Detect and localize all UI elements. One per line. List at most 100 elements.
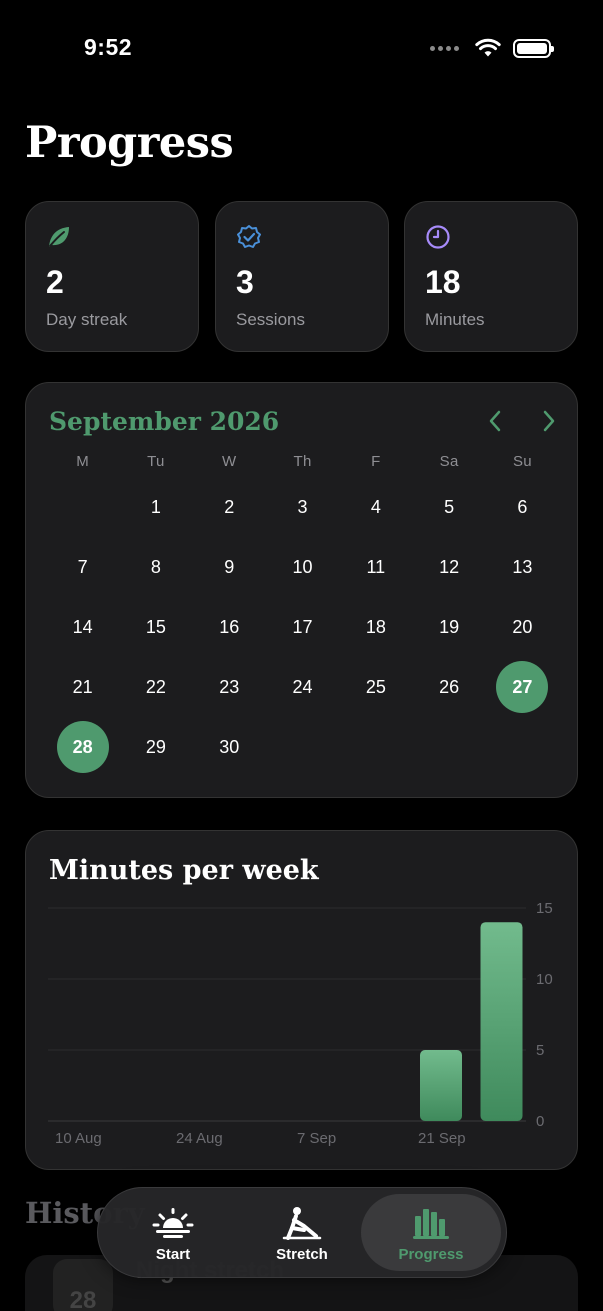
calendar-day[interactable]: 15 xyxy=(119,597,192,657)
wifi-icon xyxy=(475,38,501,57)
calendar-day-number: 26 xyxy=(439,676,460,697)
x-tick-label: 21 Sep xyxy=(418,1130,466,1147)
weekday-label: Tu xyxy=(147,453,165,470)
chevron-right-icon[interactable] xyxy=(534,407,562,435)
calendar-day-number: 6 xyxy=(517,496,528,517)
stretch-figure-icon xyxy=(282,1207,322,1240)
weekday-label: Sa xyxy=(439,453,459,470)
chevron-left-icon[interactable] xyxy=(482,407,510,435)
calendar-day[interactable]: 12 xyxy=(412,537,485,597)
calendar-day[interactable]: 1 xyxy=(119,477,192,537)
weekday-label: Su xyxy=(512,453,532,470)
calendar-day[interactable]: 21 xyxy=(46,657,119,717)
calendar-day[interactable]: 25 xyxy=(339,657,412,717)
chart-bar xyxy=(480,922,523,1121)
weekday-label: W xyxy=(222,453,237,470)
signal-dots-icon xyxy=(430,45,459,51)
calendar-day[interactable]: 4 xyxy=(339,477,412,537)
stat-card-sessions: 3 Sessions xyxy=(215,201,389,352)
x-tick-label: 24 Aug xyxy=(176,1130,223,1147)
calendar-day-number: 19 xyxy=(439,616,460,637)
bar-chart-icon xyxy=(413,1209,449,1239)
battery-icon xyxy=(513,38,554,58)
calendar-day[interactable]: 13 xyxy=(486,537,559,597)
calendar-day[interactable]: 23 xyxy=(193,657,266,717)
stat-value: 2 xyxy=(46,264,64,300)
tab-progress[interactable]: Progress xyxy=(361,1194,501,1271)
calendar-day[interactable]: 30 xyxy=(193,717,266,777)
calendar-day[interactable]: 24 xyxy=(266,657,339,717)
chart-bar xyxy=(420,1050,462,1121)
calendar-day[interactable]: 8 xyxy=(119,537,192,597)
minutes-bar-chart: 0 5 10 15 10 Aug 24 Aug 7 Sep 21 Sep xyxy=(48,900,553,1147)
verified-badge-icon xyxy=(237,225,261,248)
y-tick-label: 5 xyxy=(536,1042,544,1059)
calendar-day[interactable]: 18 xyxy=(339,597,412,657)
page-title: Progress xyxy=(25,118,234,168)
calendar-day[interactable]: 29 xyxy=(119,717,192,777)
status-bar: 9:52 xyxy=(0,0,603,96)
calendar-day-number: 29 xyxy=(145,736,166,757)
calendar-day-number: 17 xyxy=(292,616,313,637)
calendar-day-number: 4 xyxy=(370,496,381,517)
weekday-label: Th xyxy=(293,453,312,470)
stat-value: 18 xyxy=(425,264,461,300)
calendar-day[interactable]: 7 xyxy=(46,537,119,597)
calendar-blank xyxy=(46,477,119,537)
y-tick-label: 15 xyxy=(536,900,553,917)
stat-label: Sessions xyxy=(236,310,305,329)
calendar-day-number: 18 xyxy=(365,616,386,637)
calendar-day-completed[interactable]: 28 xyxy=(46,717,119,777)
x-tick-label: 7 Sep xyxy=(297,1130,336,1147)
calendar-day-number: 28 xyxy=(56,721,109,773)
tab-stretch[interactable]: Stretch xyxy=(237,1194,367,1271)
stat-label: Day streak xyxy=(46,310,128,329)
tab-label: Stretch xyxy=(276,1246,328,1263)
calendar-day[interactable]: 16 xyxy=(193,597,266,657)
weekday-label: F xyxy=(371,453,381,470)
calendar-day-number: 1 xyxy=(150,496,161,517)
leaf-icon xyxy=(49,227,69,247)
tab-start[interactable]: Start xyxy=(108,1194,238,1271)
calendar-day-number: 8 xyxy=(150,556,161,577)
calendar-day-number: 20 xyxy=(512,616,533,637)
calendar-day[interactable]: 11 xyxy=(339,537,412,597)
tab-bar: Start Stretch Progress xyxy=(97,1187,507,1278)
history-item-date: 28 xyxy=(53,1259,113,1311)
calendar-day-number: 22 xyxy=(145,676,166,697)
calendar-day[interactable]: 3 xyxy=(266,477,339,537)
calendar-day[interactable]: 5 xyxy=(412,477,485,537)
stat-card-minutes: 18 Minutes xyxy=(404,201,578,352)
sunrise-icon xyxy=(152,1208,194,1238)
tab-label: Progress xyxy=(398,1246,464,1263)
calendar-day[interactable]: 6 xyxy=(486,477,559,537)
calendar-day[interactable]: 26 xyxy=(412,657,485,717)
calendar-day-number: 13 xyxy=(512,556,533,577)
calendar-day[interactable]: 10 xyxy=(266,537,339,597)
calendar-day[interactable]: 2 xyxy=(193,477,266,537)
calendar-day-number: 24 xyxy=(292,676,313,697)
calendar-grid: M Tu W Th F Sa Su 1 2 3 4 5 6 7 8 9 10 11 12 13 14 15 16 17 18 19… xyxy=(46,453,559,777)
weekday-label: M xyxy=(76,453,90,470)
calendar-day[interactable]: 22 xyxy=(119,657,192,717)
calendar-month-title: September 2026 xyxy=(49,407,280,436)
calendar-day[interactable]: 14 xyxy=(46,597,119,657)
calendar-day[interactable]: 20 xyxy=(486,597,559,657)
calendar-day-completed[interactable]: 27 xyxy=(486,657,559,717)
calendar-day-number: 16 xyxy=(219,616,240,637)
calendar-day-number: 14 xyxy=(72,616,93,637)
calendar-day-number: 11 xyxy=(366,556,386,577)
calendar-day-number: 27 xyxy=(496,661,549,713)
stat-value: 3 xyxy=(236,264,254,300)
calendar-day-number: 15 xyxy=(145,616,166,637)
stat-card-streak: 2 Day streak xyxy=(25,201,199,352)
minutes-chart-card: Minutes per week 0 5 10 15 10 Aug 24 Aug 7 Sep… xyxy=(25,830,578,1170)
status-time: 9:52 xyxy=(84,34,133,60)
clock-icon xyxy=(426,225,450,249)
calendar-day[interactable]: 17 xyxy=(266,597,339,657)
calendar-day[interactable]: 19 xyxy=(412,597,485,657)
x-tick-label: 10 Aug xyxy=(55,1130,102,1147)
calendar-day[interactable]: 9 xyxy=(193,537,266,597)
y-tick-label: 10 xyxy=(536,971,553,988)
calendar-day-number: 5 xyxy=(444,496,455,517)
